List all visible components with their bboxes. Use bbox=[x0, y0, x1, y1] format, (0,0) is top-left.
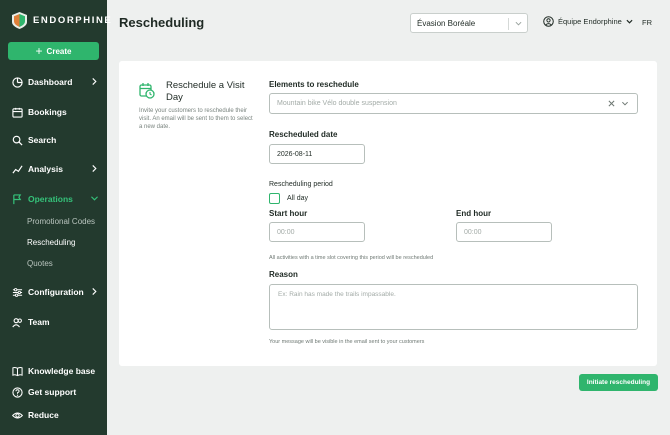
sliders-icon bbox=[12, 287, 23, 297]
user-icon bbox=[543, 16, 554, 27]
eye-icon bbox=[12, 411, 23, 419]
clear-icon[interactable] bbox=[608, 100, 615, 107]
sidebar: ENDORPHINE + Create Dashboard Bookings S… bbox=[0, 0, 111, 435]
elements-label: Elements to reschedule bbox=[269, 80, 359, 89]
sidebar-item-operations[interactable]: Operations bbox=[0, 189, 107, 209]
elements-select-value: Mountain bike Vélo double suspension bbox=[277, 100, 397, 107]
end-hour-label: End hour bbox=[456, 209, 492, 218]
book-icon bbox=[12, 366, 23, 376]
sidebar-item-configuration[interactable]: Configuration bbox=[0, 282, 107, 302]
logo[interactable]: ENDORPHINE bbox=[12, 12, 112, 29]
calendar-clock-icon bbox=[139, 83, 155, 99]
organization-select-value: Évasion Boréale bbox=[417, 18, 476, 28]
card-description: Invite your customers to reschedule thei… bbox=[139, 108, 253, 130]
sidebar-item-get-support[interactable]: Get support bbox=[0, 382, 107, 402]
sidebar-item-dashboard[interactable]: Dashboard bbox=[0, 72, 107, 92]
date-label: Rescheduled date bbox=[269, 130, 338, 139]
sidebar-item-label: Get support bbox=[28, 387, 77, 397]
initiate-rescheduling-button[interactable]: Initiate rescheduling bbox=[579, 374, 658, 391]
sidebar-item-analysis[interactable]: Analysis bbox=[0, 159, 107, 179]
page-title: Rescheduling bbox=[119, 15, 205, 30]
period-label: Rescheduling period bbox=[269, 181, 333, 188]
sidebar-item-label: Analysis bbox=[28, 164, 63, 174]
dashboard-icon bbox=[12, 76, 23, 88]
sidebar-item-label: Operations bbox=[28, 194, 73, 204]
search-icon bbox=[12, 135, 23, 146]
end-hour-input[interactable]: 00:00 bbox=[456, 222, 552, 242]
reason-textarea[interactable]: Ex: Rain has made the trails impassable. bbox=[269, 284, 638, 330]
select-divider bbox=[508, 18, 509, 30]
card-title: Reschedule a Visit Day bbox=[166, 80, 245, 103]
chevron-right-icon bbox=[92, 165, 97, 172]
sidebar-item-knowledge-base[interactable]: Knowledge base bbox=[0, 361, 107, 381]
sidebar-subitem-quotes[interactable]: Quotes bbox=[27, 259, 53, 268]
all-day-checkbox[interactable] bbox=[269, 193, 280, 204]
sidebar-item-label: Configuration bbox=[28, 287, 84, 297]
help-icon bbox=[12, 386, 23, 398]
sidebar-subitem-rescheduling[interactable]: Rescheduling bbox=[27, 238, 75, 247]
operations-icon bbox=[13, 193, 22, 204]
chevron-right-icon bbox=[92, 78, 97, 85]
sidebar-item-label: Knowledge base bbox=[28, 366, 96, 376]
reason-help-text: Your message will be visible in the emai… bbox=[269, 339, 425, 345]
team-icon bbox=[12, 317, 22, 327]
language-switch[interactable]: FR bbox=[642, 18, 652, 27]
sidebar-item-label: Team bbox=[28, 317, 50, 327]
organization-select[interactable]: Évasion Boréale bbox=[410, 13, 528, 33]
calendar-icon bbox=[12, 107, 23, 118]
sidebar-item-label: Reduce bbox=[28, 410, 59, 420]
plus-icon: + bbox=[35, 44, 43, 58]
sidebar-item-search[interactable]: Search bbox=[0, 130, 107, 150]
elements-select[interactable]: Mountain bike Vélo double suspension bbox=[269, 93, 638, 114]
logo-icon bbox=[12, 12, 27, 29]
chevron-down-icon bbox=[515, 21, 522, 26]
sidebar-item-team[interactable]: Team bbox=[0, 312, 107, 332]
start-hour-label: Start hour bbox=[269, 209, 308, 218]
user-menu[interactable]: Équipe Endorphine bbox=[543, 16, 633, 27]
start-hour-input[interactable]: 00:00 bbox=[269, 222, 365, 242]
all-day-label: All day bbox=[287, 195, 309, 202]
sidebar-subitem-promotional-codes[interactable]: Promotional Codes bbox=[27, 217, 95, 226]
chevron-down-icon bbox=[626, 19, 633, 24]
sidebar-item-label: Search bbox=[28, 135, 57, 145]
user-name: Équipe Endorphine bbox=[558, 17, 622, 26]
sidebar-item-bookings[interactable]: Bookings bbox=[0, 102, 107, 122]
sidebar-item-reduce[interactable]: Reduce bbox=[0, 405, 107, 425]
chevron-down-icon bbox=[91, 196, 98, 201]
reason-label: Reason bbox=[269, 270, 298, 279]
create-button[interactable]: + Create bbox=[8, 42, 99, 60]
create-button-label: Create bbox=[46, 46, 72, 56]
chevron-right-icon bbox=[92, 288, 97, 295]
analysis-icon bbox=[12, 165, 23, 174]
sidebar-item-label: Dashboard bbox=[28, 77, 73, 87]
brand-name: ENDORPHINE bbox=[33, 15, 113, 26]
period-help-text: All activities with a time slot covering… bbox=[269, 255, 434, 261]
date-input[interactable]: 2026-08-11 bbox=[269, 144, 365, 164]
chevron-down-icon[interactable] bbox=[621, 100, 629, 107]
sidebar-item-label: Bookings bbox=[28, 107, 67, 117]
